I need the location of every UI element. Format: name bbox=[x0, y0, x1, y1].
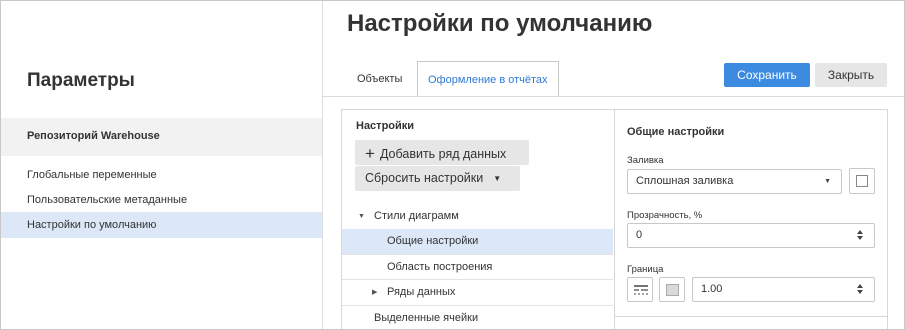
color-swatch-icon bbox=[856, 175, 868, 187]
spinner-icon[interactable] bbox=[857, 282, 865, 297]
sidebar-item-default-settings[interactable]: Настройки по умолчанию bbox=[1, 212, 322, 238]
transparency-stepper[interactable]: 0 bbox=[627, 223, 875, 248]
settings-panel: Настройки + Добавить ряд данных Сбросить … bbox=[341, 109, 888, 329]
tree-item-data-series[interactable]: ▶ Ряды данных bbox=[342, 280, 613, 305]
tree-item-label: Выделенные ячейки bbox=[374, 312, 479, 324]
border-color-button[interactable] bbox=[659, 277, 685, 302]
caret-down-icon: ▼ bbox=[824, 178, 831, 185]
reset-settings-label: Сбросить настройки bbox=[365, 171, 484, 185]
tree-item-chart-styles[interactable]: ▼ Стили диаграмм bbox=[342, 204, 613, 229]
settings-section-label: Настройки bbox=[356, 120, 415, 132]
caret-down-icon: ▼ bbox=[493, 174, 502, 183]
transparency-value: 0 bbox=[636, 229, 643, 241]
tree-item-label: Общие настройки bbox=[387, 235, 479, 247]
fill-select[interactable]: Сплошная заливка ▼ bbox=[627, 169, 842, 194]
tab-divider bbox=[323, 96, 904, 97]
sidebar-item-custom-metadata[interactable]: Пользовательские метаданные bbox=[1, 187, 322, 213]
app-window: Параметры Репозиторий Warehouse Глобальн… bbox=[0, 0, 905, 330]
tree-item-plot-area[interactable]: Область построения bbox=[342, 255, 613, 280]
tree-item-label: Область построения bbox=[387, 261, 493, 273]
fill-color-swatch[interactable] bbox=[849, 168, 875, 194]
sidebar: Параметры Репозиторий Warehouse Глобальн… bbox=[1, 1, 323, 329]
border-label: Граница bbox=[627, 264, 664, 275]
color-swatch-icon bbox=[666, 284, 679, 296]
border-width-stepper[interactable]: 1.00 bbox=[692, 277, 875, 302]
add-series-label: Добавить ряд данных bbox=[379, 147, 507, 161]
sidebar-repository[interactable]: Репозиторий Warehouse bbox=[1, 118, 322, 156]
line-style-icon bbox=[634, 285, 648, 295]
settings-tree-column: Настройки + Добавить ряд данных Сбросить … bbox=[342, 110, 613, 329]
fill-label: Заливка bbox=[627, 155, 664, 166]
fill-select-value: Сплошная заливка bbox=[636, 175, 734, 187]
tree-item-label: Ряды данных bbox=[387, 286, 456, 298]
triangle-down-icon[interactable]: ▼ bbox=[358, 204, 365, 229]
transparency-label: Прозрачность, % bbox=[627, 210, 703, 221]
close-button[interactable]: Закрыть bbox=[815, 63, 887, 87]
reset-settings-dropdown[interactable]: Сбросить настройки ▼ bbox=[355, 166, 520, 191]
tab-report-design[interactable]: Оформление в отчётах bbox=[417, 61, 559, 97]
save-button[interactable]: Сохранить bbox=[724, 63, 810, 87]
sidebar-item-global-variables[interactable]: Глобальные переменные bbox=[1, 162, 322, 188]
tree-item-label: Стили диаграмм bbox=[374, 210, 459, 222]
plus-icon: + bbox=[365, 144, 375, 163]
tree-item-general-settings[interactable]: Общие настройки bbox=[342, 229, 613, 254]
tab-objects[interactable]: Объекты bbox=[347, 61, 412, 97]
spinner-icon[interactable] bbox=[857, 228, 865, 243]
sidebar-title: Параметры bbox=[27, 70, 135, 91]
tree-item-highlighted-cells[interactable]: Выделенные ячейки bbox=[342, 306, 613, 329]
border-style-button[interactable] bbox=[627, 277, 653, 302]
properties-title: Общие настройки bbox=[627, 126, 725, 138]
properties-divider bbox=[615, 316, 888, 317]
border-width-value: 1.00 bbox=[701, 283, 723, 295]
properties-column: Общие настройки Заливка Сплошная заливка… bbox=[614, 110, 888, 329]
triangle-right-icon[interactable]: ▶ bbox=[372, 280, 377, 305]
page-title: Настройки по умолчанию bbox=[347, 10, 653, 37]
add-series-button[interactable]: + Добавить ряд данных bbox=[355, 140, 529, 165]
